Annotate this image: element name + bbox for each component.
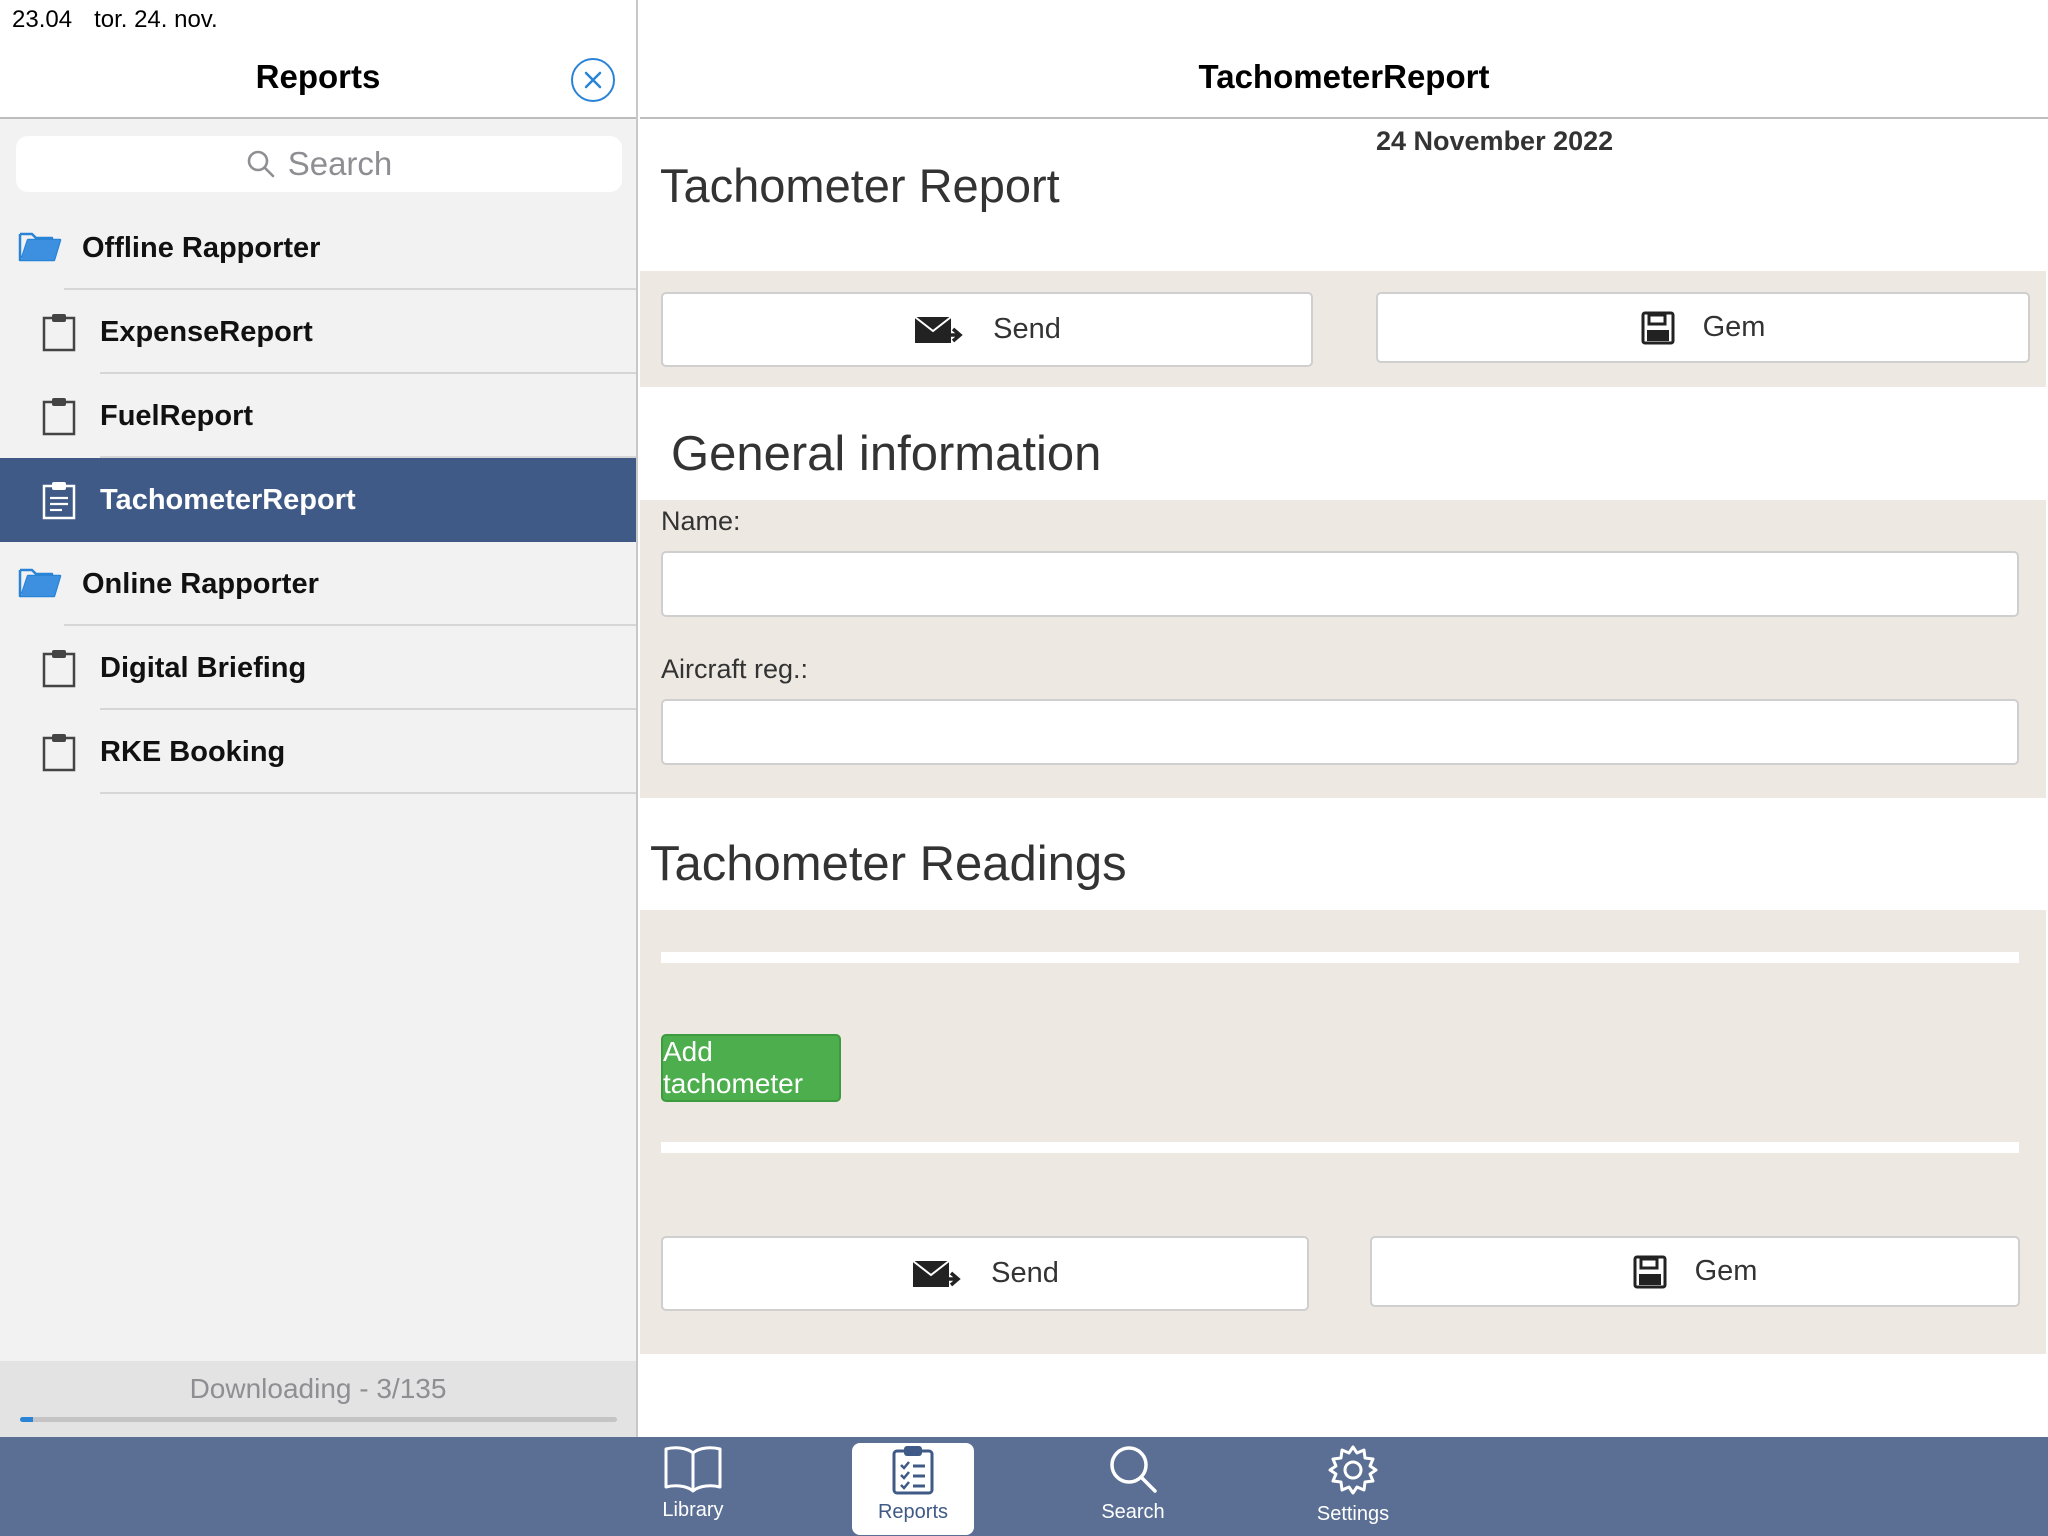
sidebar-item-label: ExpenseReport (100, 315, 313, 348)
search-placeholder: Search (287, 145, 393, 182)
name-field[interactable] (661, 551, 2019, 617)
close-sidebar-button[interactable] (571, 58, 615, 102)
tab-label: Settings (1316, 1503, 1390, 1525)
save-button-bottom[interactable]: Gem (1370, 1236, 2020, 1307)
folder-open-icon (18, 564, 62, 605)
status-time: 23.04 (12, 6, 73, 33)
sidebar-search-input[interactable]: Search (16, 136, 622, 192)
sidebar-item-label: RKE Booking (100, 735, 286, 768)
folder-label: Offline Rapporter (82, 231, 321, 264)
search-icon (1110, 1446, 1157, 1493)
save-label: Gem (1694, 1255, 1758, 1287)
sidebar-item-expensereport[interactable]: ExpenseReport (0, 290, 636, 374)
name-label: Name: (661, 506, 741, 536)
readings-list-divider (661, 1142, 2019, 1153)
report-date: 24 November 2022 (1376, 126, 1614, 156)
send-label: Send (993, 313, 1061, 345)
sidebar-item-rke-booking[interactable]: RKE Booking (0, 710, 636, 794)
tab-bar: Library Reports Search Settings (0, 1437, 2048, 1536)
general-info-heading: General information (671, 427, 1102, 481)
send-button-bottom[interactable]: Send (661, 1236, 1309, 1311)
close-icon (584, 71, 602, 89)
download-status: Downloading - 3/135 (0, 1361, 636, 1437)
main-title: TachometerReport (1198, 58, 1490, 95)
aircraft-reg-field[interactable] (661, 699, 2019, 765)
reports-sidebar: 23.04 tor. 24. nov. Reports Search Offlin… (0, 0, 638, 1437)
sidebar-item-digital-briefing[interactable]: Digital Briefing (0, 626, 636, 710)
clipboard-icon (42, 732, 76, 777)
readings-list-divider (661, 952, 2019, 963)
search-icon (247, 150, 275, 178)
tab-label: Search (1101, 1501, 1165, 1523)
tab-label: Library (662, 1499, 724, 1521)
tab-reports[interactable]: Reports (852, 1443, 974, 1535)
tachometer-readings-heading: Tachometer Readings (650, 837, 1127, 891)
sidebar-title: Reports (255, 58, 381, 95)
folder-label: Online Rapporter (82, 567, 319, 600)
envelope-send-icon (912, 1259, 961, 1287)
clipboard-icon (42, 396, 76, 441)
status-bar: 23.04 tor. 24. nov. (12, 6, 218, 34)
sidebar-item-label: TachometerReport (100, 483, 356, 516)
tab-settings[interactable]: Settings (1292, 1443, 1414, 1535)
tab-library[interactable]: Library (632, 1443, 754, 1535)
sidebar-item-label: Digital Briefing (100, 651, 307, 684)
envelope-send-icon (914, 315, 963, 343)
book-icon (664, 1446, 722, 1493)
sidebar-item-label: FuelReport (100, 399, 254, 432)
main-header: TachometerReport (640, 0, 2048, 119)
save-icon (1633, 1255, 1667, 1288)
save-label: Gem (1702, 311, 1766, 343)
aircraft-reg-label: Aircraft reg.: (661, 654, 809, 684)
clipboard-icon (42, 648, 76, 693)
clipboard-checklist-icon (892, 1446, 934, 1495)
sidebar-header: 23.04 tor. 24. nov. Reports (0, 0, 636, 119)
gear-icon (1328, 1445, 1378, 1495)
clipboard-icon (42, 312, 76, 357)
folder-online-rapporter[interactable]: Online Rapporter (0, 542, 636, 626)
folder-offline-rapporter[interactable]: Offline Rapporter (0, 206, 636, 290)
save-button-top[interactable]: Gem (1376, 292, 2030, 363)
download-progress-fill (20, 1417, 34, 1422)
status-date: tor. 24. nov. (94, 6, 218, 33)
report-content: TachometerReport 24 November 2022 Tachom… (640, 0, 2048, 1437)
clipboard-list-icon (42, 480, 76, 525)
add-tachometer-label: Add tachometer (663, 1036, 804, 1099)
sidebar-item-tachometerreport[interactable]: TachometerReport (0, 458, 636, 542)
sidebar-item-fuelreport[interactable]: FuelReport (0, 374, 636, 458)
row-divider (100, 792, 636, 794)
add-tachometer-button[interactable]: Add tachometer (661, 1034, 841, 1102)
download-progress-bar (20, 1417, 617, 1422)
folder-open-icon (18, 228, 62, 269)
tab-search[interactable]: Search (1072, 1443, 1194, 1535)
download-status-text: Downloading - 3/135 (189, 1373, 447, 1404)
report-title: Tachometer Report (660, 159, 1060, 212)
save-icon (1641, 311, 1675, 344)
send-label: Send (991, 1257, 1059, 1289)
tab-label: Reports (877, 1501, 949, 1523)
send-button-top[interactable]: Send (661, 292, 1313, 367)
